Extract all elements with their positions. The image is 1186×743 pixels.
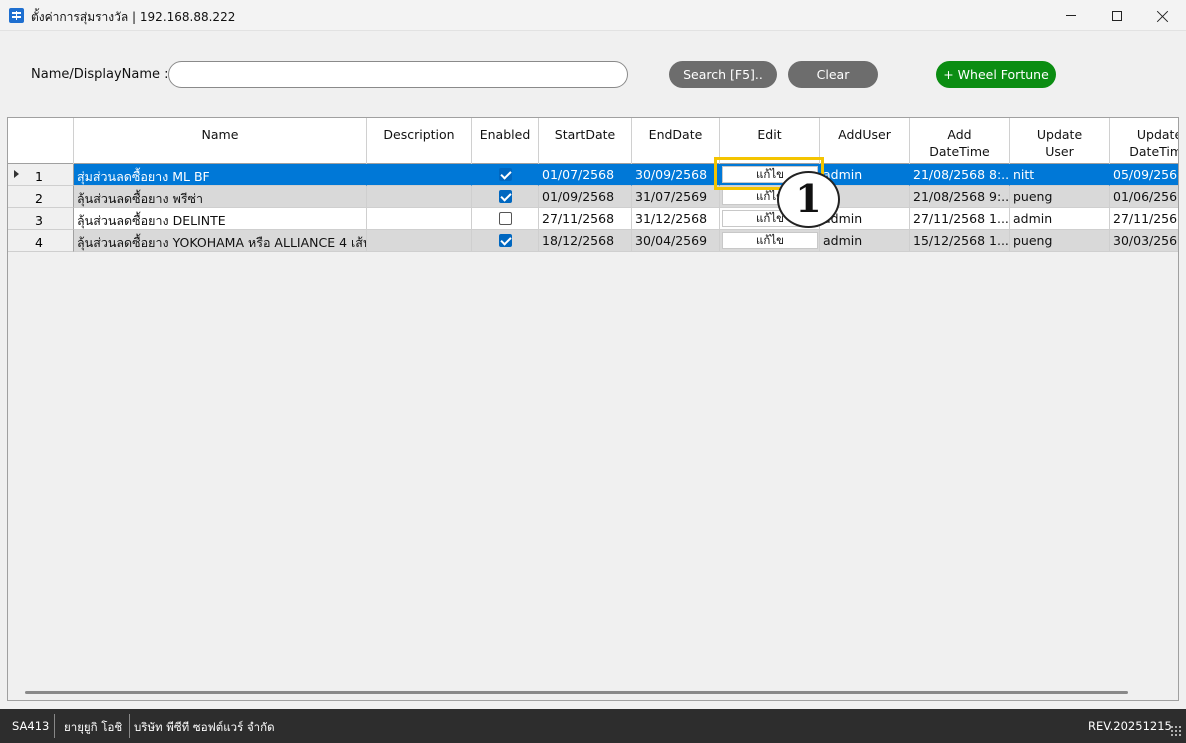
cell-upd-user[interactable]: nitt xyxy=(1010,164,1110,186)
column-header-name[interactable]: Name xyxy=(74,118,367,164)
status-user: ยายุยูกิ โอชิ xyxy=(64,720,123,734)
row-number: 3 xyxy=(35,213,43,228)
resize-grip-icon[interactable] xyxy=(1170,725,1182,737)
row-header[interactable]: 2 xyxy=(8,186,74,208)
grid-header: Name Description Enabled StartDate EndDa… xyxy=(8,118,1178,164)
cell-description[interactable] xyxy=(367,230,472,252)
status-code: SA413 xyxy=(12,719,50,733)
cell-start[interactable]: 18/12/2568 xyxy=(539,230,632,252)
edit-button[interactable]: แก้ไข xyxy=(722,232,818,249)
wheel-fortune-button[interactable]: + Wheel Fortune xyxy=(936,61,1056,88)
column-header-startdate[interactable]: StartDate xyxy=(539,118,632,164)
window-title: ตั้งค่าการสุ่มรางวัล | 192.168.88.222 xyxy=(31,10,236,24)
title-bar: ตั้งค่าการสุ่มรางวัล | 192.168.88.222 xyxy=(0,0,1186,31)
column-header-update-user[interactable]: Update User xyxy=(1010,118,1110,164)
current-row-arrow-icon xyxy=(14,170,19,178)
cell-add-dt[interactable]: 27/11/2568 1... xyxy=(910,208,1010,230)
cell-upd-user[interactable]: admin xyxy=(1010,208,1110,230)
row-header[interactable]: 1 xyxy=(8,164,74,186)
cell-enabled[interactable] xyxy=(472,164,539,186)
status-revision: REV.20251215 xyxy=(1088,719,1172,733)
cell-enabled[interactable] xyxy=(472,230,539,252)
cell-upd-user[interactable]: pueng xyxy=(1010,230,1110,252)
cell-end[interactable]: 31/12/2568 xyxy=(632,208,720,230)
cell-description[interactable] xyxy=(367,164,472,186)
table-row[interactable]: 3 ลุ้นส่วนลดซื้อยาง DELINTE 27/11/2568 31/1… xyxy=(8,208,1178,230)
cell-upd-dt[interactable]: 01/06/2569 xyxy=(1110,186,1178,208)
column-header-description[interactable]: Description xyxy=(367,118,472,164)
row-number: 1 xyxy=(35,169,43,184)
step-marker: 1 xyxy=(777,171,840,228)
cell-name[interactable]: ลุ้นส่วนลดซื้อยาง DELINTE xyxy=(74,208,367,230)
cell-edit[interactable]: แก้ไข xyxy=(720,230,820,252)
search-input[interactable] xyxy=(168,61,628,88)
cell-enabled[interactable] xyxy=(472,186,539,208)
cell-name[interactable]: ลุ้นส่วนลดซื้อยาง YOKOHAMA หรือ ALLIANCE… xyxy=(74,230,367,252)
row-header[interactable]: 3 xyxy=(8,208,74,230)
cell-upd-dt[interactable]: 05/09/2568 xyxy=(1110,164,1178,186)
cell-upd-dt[interactable]: 30/03/2569 xyxy=(1110,230,1178,252)
cell-start[interactable]: 27/11/2568 xyxy=(539,208,632,230)
cell-upd-dt[interactable]: 27/11/2568 xyxy=(1110,208,1178,230)
status-company: บริษัท พีซีที ซอฟต์แวร์ จำกัด xyxy=(134,720,275,734)
status-divider xyxy=(129,714,130,738)
cell-start[interactable]: 01/07/2568 xyxy=(539,164,632,186)
column-header-update-datetime[interactable]: Update DateTime xyxy=(1110,118,1178,164)
table-row[interactable]: 4 ลุ้นส่วนลดซื้อยาง YOKOHAMA หรือ ALLIANC… xyxy=(8,230,1178,252)
cell-enabled[interactable] xyxy=(472,208,539,230)
cell-upd-user[interactable]: pueng xyxy=(1010,186,1110,208)
close-icon xyxy=(1157,10,1169,22)
search-label: Name/DisplayName : xyxy=(31,67,169,82)
cell-add-user[interactable]: admin xyxy=(820,230,910,252)
column-header-add-datetime[interactable]: Add DateTime xyxy=(910,118,1010,164)
column-header-adduser[interactable]: AddUser xyxy=(820,118,910,164)
search-button[interactable]: Search [F5].. xyxy=(669,61,777,88)
cell-add-dt[interactable]: 15/12/2568 1... xyxy=(910,230,1010,252)
cell-name[interactable]: ลุ้นส่วนลดซื้อยาง พรีซ่า xyxy=(74,186,367,208)
app-icon xyxy=(9,8,24,23)
enabled-checkbox[interactable] xyxy=(499,168,512,181)
cell-name[interactable]: สุ่มส่วนลดซื้อยาง ML BF xyxy=(74,164,367,186)
enabled-checkbox[interactable] xyxy=(499,234,512,247)
enabled-checkbox[interactable] xyxy=(499,212,512,225)
status-bar: SA413 ยายุยูกิ โอชิ บริษัท พีซีที ซอฟต์แ… xyxy=(0,709,1186,743)
clear-button[interactable]: Clear xyxy=(788,61,878,88)
row-number: 2 xyxy=(35,191,43,206)
minimize-button[interactable] xyxy=(1048,0,1094,31)
column-header-enabled[interactable]: Enabled xyxy=(472,118,539,164)
cell-end[interactable]: 31/07/2569 xyxy=(632,186,720,208)
cell-end[interactable]: 30/04/2569 xyxy=(632,230,720,252)
cell-start[interactable]: 01/09/2568 xyxy=(539,186,632,208)
cell-add-dt[interactable]: 21/08/2568 9:... xyxy=(910,186,1010,208)
maximize-icon xyxy=(1112,10,1122,21)
status-divider xyxy=(54,714,55,738)
column-header-enddate[interactable]: EndDate xyxy=(632,118,720,164)
row-header-corner xyxy=(8,118,74,164)
table-row[interactable]: 1 สุ่มส่วนลดซื้อยาง ML BF 01/07/2568 30/09/… xyxy=(8,164,1178,186)
row-number: 4 xyxy=(35,235,43,250)
close-button[interactable] xyxy=(1140,0,1186,31)
cell-description[interactable] xyxy=(367,186,472,208)
row-header[interactable]: 4 xyxy=(8,230,74,252)
cell-add-dt[interactable]: 21/08/2568 8:... xyxy=(910,164,1010,186)
cell-description[interactable] xyxy=(367,208,472,230)
enabled-checkbox[interactable] xyxy=(499,190,512,203)
minimize-icon xyxy=(1066,15,1076,16)
maximize-button[interactable] xyxy=(1094,0,1140,31)
table-row[interactable]: 2 ลุ้นส่วนลดซื้อยาง พรีซ่า 01/09/2568 31/07… xyxy=(8,186,1178,208)
data-grid: Name Description Enabled StartDate EndDa… xyxy=(7,117,1179,701)
horizontal-scrollbar[interactable] xyxy=(25,691,1128,694)
cell-end[interactable]: 30/09/2568 xyxy=(632,164,720,186)
